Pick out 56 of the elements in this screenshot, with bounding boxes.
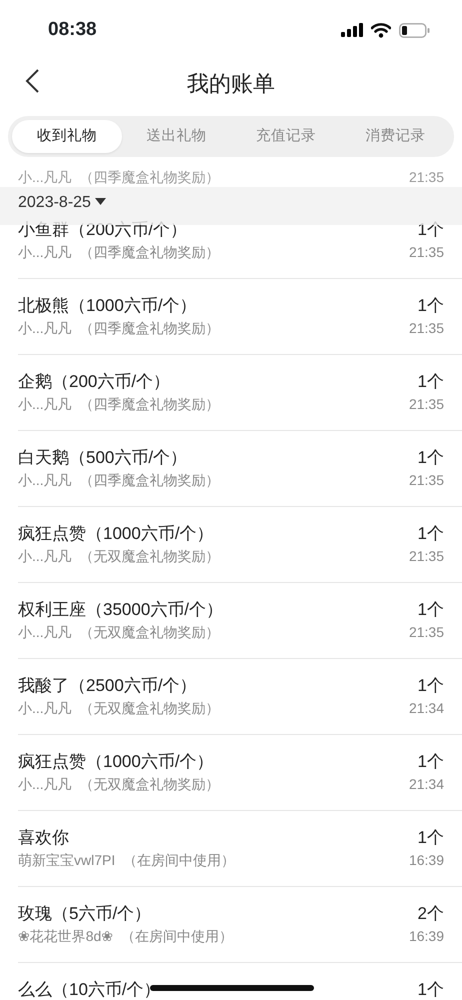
battery-icon (399, 22, 430, 38)
record-time: 16:39 (408, 851, 444, 870)
gift-name: 么么（10六币/个） (18, 979, 161, 1000)
gift-count: 1个 (418, 523, 444, 545)
record-source: 小...凡凡 （四季魔盒礼物奖励） (18, 243, 220, 262)
record-source: 小...凡凡 （无双魔盒礼物奖励） (18, 623, 220, 642)
record-time: 21:35 (408, 547, 444, 566)
wifi-icon (371, 22, 391, 38)
gift-name: 我酸了（2500六币/个） (18, 675, 197, 697)
gift-count: 1个 (418, 827, 444, 849)
record-time: 21:35 (408, 395, 444, 414)
date-label: 2023-8-25 (18, 193, 91, 213)
record-source: 小...凡凡 （无双魔盒礼物奖励） (18, 699, 220, 718)
signal-icon (341, 23, 363, 37)
gift-name: 疯狂点赞（1000六币/个） (18, 751, 214, 773)
gift-count: 1个 (418, 751, 444, 773)
gift-count: 2个 (418, 903, 444, 925)
record-source: 小...凡凡 （四季魔盒礼物奖励） (18, 168, 220, 187)
gift-name: 北极熊（1000六币/个） (18, 295, 197, 317)
gift-name: 喜欢你 (18, 827, 69, 849)
tab[interactable]: 送出礼物 (122, 120, 231, 153)
record-time: 21:35 (408, 168, 444, 187)
gift-name: 小鱼群（200六币/个） (18, 219, 188, 241)
record-time: 21:34 (408, 699, 444, 718)
gift-count: 1个 (418, 219, 444, 241)
record-source: 小...凡凡 （无双魔盒礼物奖励） (18, 547, 220, 566)
record-time: 21:35 (408, 471, 444, 490)
record-time: 16:39 (408, 927, 444, 946)
record-source: 小...凡凡 （四季魔盒礼物奖励） (18, 471, 220, 490)
record-time: 21:34 (408, 775, 444, 794)
record-source: 小...凡凡 （无双魔盒礼物奖励） (18, 775, 220, 794)
record-time: 21:35 (408, 243, 444, 262)
page-title: 我的账单 (187, 70, 275, 98)
gift-name: 白天鹅（500六币/个） (18, 447, 188, 469)
gift-name: 企鹅（200六币/个） (18, 371, 170, 393)
caret-icon[interactable] (94, 198, 106, 205)
status-time: 08:38 (48, 18, 97, 42)
gift-count: 1个 (418, 979, 444, 1000)
record-source: 小...凡凡 （四季魔盒礼物奖励） (18, 319, 220, 338)
gift-count: 1个 (418, 447, 444, 469)
back-button[interactable] (24, 68, 40, 94)
gift-count: 1个 (418, 675, 444, 697)
gift-count: 1个 (418, 599, 444, 621)
gift-name: 玫瑰（5六币/个） (18, 903, 152, 925)
record-source: 萌新宝宝vwl7PI （在房间中使用） (18, 851, 236, 870)
gift-name: 权利王座（35000六币/个） (18, 599, 223, 621)
record-source: 小...凡凡 （四季魔盒礼物奖励） (18, 395, 220, 414)
record-time: 21:35 (408, 319, 444, 338)
gift-count: 1个 (418, 371, 444, 393)
record-time: 21:35 (408, 623, 444, 642)
tab[interactable]: 充值记录 (231, 120, 340, 153)
tab[interactable]: 收到礼物 (12, 120, 122, 153)
tab[interactable]: 消费记录 (340, 120, 450, 153)
gift-count: 1个 (418, 295, 444, 317)
record-source: ❀花花世界8d❀ （在房间中使用） (18, 927, 233, 946)
gift-name: 疯狂点赞（1000六币/个） (18, 523, 214, 545)
